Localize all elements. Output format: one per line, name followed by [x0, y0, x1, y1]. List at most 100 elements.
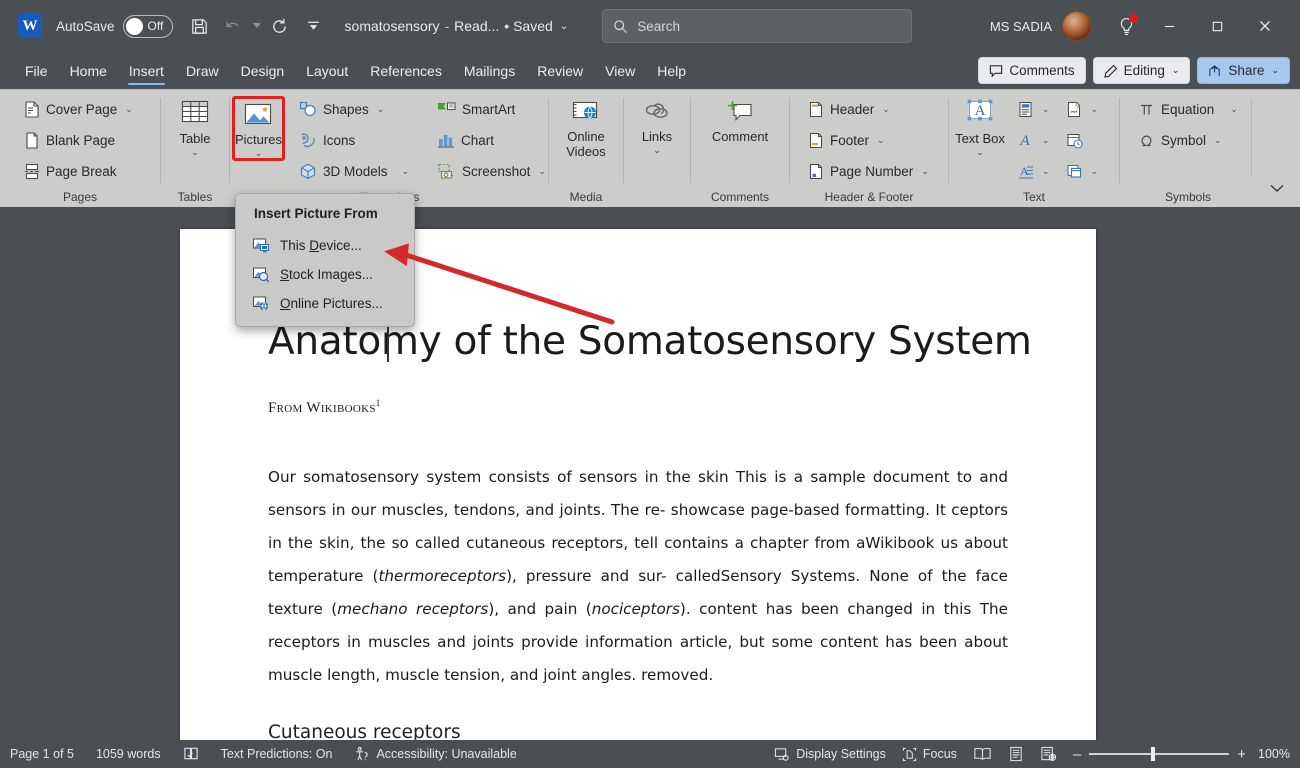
text-box-chevron-down-icon: ⌄	[976, 146, 984, 157]
new-comment-button[interactable]: Comment	[698, 94, 782, 145]
footer-icon	[808, 132, 824, 149]
page-break-button[interactable]: Page Break	[18, 156, 139, 187]
save-icon[interactable]	[183, 9, 217, 43]
read-mode-icon[interactable]	[973, 746, 992, 762]
screenshot-button[interactable]: Screenshot ⌄	[431, 156, 552, 187]
tab-draw[interactable]: Draw	[175, 52, 230, 89]
drop-cap-button[interactable]: A ⌄	[1011, 156, 1056, 187]
document-mode: Read...	[454, 18, 500, 34]
chart-button[interactable]: Chart	[431, 125, 552, 156]
zoom-slider-track[interactable]	[1089, 747, 1230, 761]
shapes-button[interactable]: Shapes ⌄	[293, 94, 415, 125]
text-box-button[interactable]: A Text Box ⌄	[953, 94, 1007, 157]
object-button[interactable]: ⌄	[1060, 156, 1105, 187]
tab-insert[interactable]: Insert	[118, 52, 175, 89]
tab-design[interactable]: Design	[230, 52, 296, 89]
header-button[interactable]: Header ⌄	[802, 94, 935, 125]
table-label: Table	[179, 131, 211, 146]
tab-home[interactable]: Home	[59, 52, 118, 89]
pictures-chevron-down-icon: ⌄	[254, 147, 263, 158]
table-button[interactable]: Table ⌄	[167, 94, 223, 157]
text-box-label: Text Box	[955, 131, 1005, 146]
zoom-slider-thumb[interactable]	[1151, 747, 1156, 761]
autosave-toggle[interactable]: Off	[122, 14, 173, 38]
zoom-out-button[interactable]: –	[1073, 747, 1081, 762]
3d-models-label: 3D Models	[322, 164, 388, 179]
equation-button[interactable]: Equation ⌄	[1132, 94, 1244, 125]
quick-access-more-icon[interactable]	[297, 9, 331, 43]
comments-button[interactable]: Comments	[978, 57, 1086, 84]
undo-icon[interactable]	[217, 9, 251, 43]
lightbulb-icon[interactable]	[1108, 8, 1144, 44]
insert-picture-dropdown[interactable]: Insert Picture From This Device... Stock…	[235, 193, 415, 327]
wordart-button[interactable]: A ⌄	[1011, 125, 1056, 156]
document-title-bar[interactable]: somatosensory - Read... • Saved ⌄	[345, 18, 569, 34]
footer-button[interactable]: Footer ⌄	[802, 125, 935, 156]
page-indicator[interactable]: Page 1 of 5	[10, 747, 74, 761]
links-button[interactable]: Links ⌄	[630, 94, 684, 155]
object-icon	[1066, 163, 1083, 180]
tab-label: Mailings	[463, 62, 516, 79]
pictures-button[interactable]: Pictures ⌄	[232, 96, 285, 162]
3d-models-button[interactable]: 3D Models ⌄	[293, 156, 415, 187]
screenshot-label: Screenshot	[462, 164, 531, 179]
smartart-button[interactable]: SmartArt	[431, 94, 552, 125]
ribbon-group-caption-symbols: Symbols	[1164, 190, 1211, 204]
page-number-button[interactable]: Page Number ⌄	[802, 156, 935, 187]
search-input[interactable]: Search	[602, 9, 913, 43]
signature-line-button[interactable]: ⌄	[1060, 94, 1105, 125]
drop-cap-icon: A	[1017, 163, 1034, 180]
zoom-level-label[interactable]: 100%	[1258, 747, 1290, 761]
tab-review[interactable]: Review	[526, 52, 594, 89]
document-workspace[interactable]: Anatomy of the Somatosensory System From…	[0, 207, 1300, 740]
tab-layout[interactable]: Layout	[295, 52, 359, 89]
menu-item-label: This Device...	[280, 238, 362, 253]
icons-label: Icons	[322, 133, 356, 148]
share-button[interactable]: Share ⌄	[1197, 57, 1290, 84]
close-button[interactable]	[1242, 8, 1288, 44]
ribbon-collapse-icon[interactable]	[1260, 175, 1294, 201]
redo-refresh-icon[interactable]	[263, 9, 297, 43]
ribbon-group-links: Links ⌄	[624, 90, 690, 207]
web-layout-icon[interactable]	[1040, 746, 1057, 762]
editing-mode-button[interactable]: Editing ⌄	[1092, 57, 1191, 84]
print-layout-icon[interactable]	[1008, 746, 1024, 762]
word-count[interactable]: 1059 words	[96, 747, 161, 761]
icons-button[interactable]: Icons	[293, 125, 415, 156]
undo-chevron-icon[interactable]	[251, 9, 263, 43]
tab-label: Layout	[306, 62, 349, 79]
document-title-separator: -	[444, 18, 450, 34]
maximize-button[interactable]	[1194, 8, 1240, 44]
ribbon-group-caption-tables: Tables	[177, 190, 213, 204]
date-time-button[interactable]	[1060, 125, 1105, 156]
tab-label: Insert	[128, 62, 164, 79]
cover-page-button[interactable]: Cover Page ⌄	[18, 94, 139, 125]
symbol-button[interactable]: Symbol ⌄	[1132, 125, 1244, 156]
tab-file[interactable]: File	[14, 52, 59, 89]
minimize-button[interactable]	[1146, 8, 1192, 44]
online-videos-button[interactable]: Online Videos	[555, 94, 617, 160]
avatar[interactable]	[1062, 11, 1092, 41]
menu-item-stock-images[interactable]: Stock Images...	[236, 260, 414, 289]
zoom-slider[interactable]: – +	[1073, 747, 1246, 762]
text-predictions-status[interactable]: Text Predictions: On	[221, 747, 333, 761]
menu-item-online-pictures[interactable]: Online Pictures...	[236, 289, 414, 318]
accessibility-status[interactable]: Accessibility: Unavailable	[354, 746, 517, 762]
quick-parts-button[interactable]: ⌄	[1011, 94, 1056, 125]
document-title-chevron-down-icon[interactable]: ⌄	[560, 21, 568, 32]
tab-view[interactable]: View	[594, 52, 646, 89]
ribbon-group-caption-comments: Comments	[710, 190, 769, 204]
tab-mailings[interactable]: Mailings	[453, 52, 526, 89]
proofing-icon[interactable]	[183, 746, 199, 762]
blank-page-button[interactable]: Blank Page	[18, 125, 139, 156]
zoom-in-button[interactable]: +	[1237, 747, 1246, 762]
tab-help[interactable]: Help	[646, 52, 697, 89]
menu-item-this-device[interactable]: This Device...	[236, 231, 414, 260]
menu-item-label: Stock Images...	[280, 267, 374, 282]
tab-references[interactable]: References	[359, 52, 453, 89]
header-chevron-down-icon: ⌄	[882, 104, 890, 114]
word-count-label: 1059 words	[95, 747, 161, 761]
ribbon-group-caption-header-footer: Header & Footer	[824, 190, 914, 204]
focus-mode-button[interactable]: Focus	[902, 747, 957, 762]
display-settings-button[interactable]: Display Settings	[774, 747, 886, 762]
